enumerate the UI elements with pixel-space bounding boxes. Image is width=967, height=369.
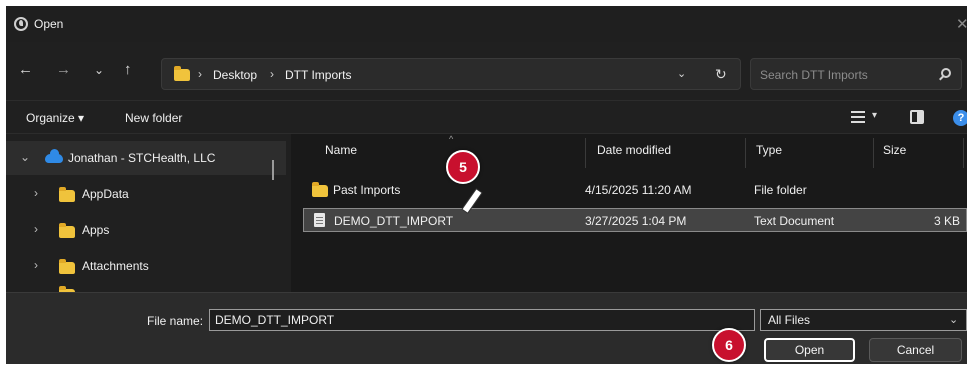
chevron-down-icon[interactable]: ⌄ xyxy=(20,150,30,164)
command-toolbar: Organize ▾ New folder ▾ ? xyxy=(6,100,967,134)
address-dropdown-icon[interactable]: ⌄ xyxy=(677,67,686,80)
column-divider[interactable] xyxy=(873,138,874,168)
onedrive-cloud-icon xyxy=(45,149,63,163)
file-list: ^ Name Date modified Type Size Past Impo… xyxy=(291,134,967,292)
file-list-header: ^ Name Date modified Type Size xyxy=(291,134,967,170)
open-button[interactable]: Open xyxy=(764,338,855,362)
view-list-icon[interactable] xyxy=(851,111,865,123)
folder-icon xyxy=(59,187,75,202)
address-bar[interactable]: › Desktop › DTT Imports ⌄ ↻ xyxy=(161,58,741,90)
file-name: DEMO_DTT_IMPORT xyxy=(334,214,454,228)
column-header-date-modified[interactable]: Date modified xyxy=(597,143,671,157)
table-row-selected[interactable]: DEMO_DTT_IMPORT 3/27/2025 1:04 PM Text D… xyxy=(303,208,967,232)
file-date-modified: 4/15/2025 11:20 AM xyxy=(585,183,692,197)
nav-item-label: AppData xyxy=(82,187,129,201)
file-date-modified: 3/27/2025 1:04 PM xyxy=(585,214,687,228)
new-folder-button[interactable]: New folder xyxy=(125,111,182,125)
breadcrumb-dtt-imports[interactable]: DTT Imports xyxy=(285,68,351,82)
folder-icon xyxy=(59,223,75,238)
navigation-row: ← → ⌄ ↑ › Desktop › DTT Imports ⌄ ↻ Sear… xyxy=(6,42,967,100)
column-divider[interactable] xyxy=(745,138,746,168)
help-icon[interactable]: ? xyxy=(953,110,967,126)
table-row[interactable]: Past Imports 4/15/2025 11:20 AM File fol… xyxy=(303,178,967,202)
nav-pane-scrollbar[interactable] xyxy=(272,160,274,180)
navigation-pane: ⌄ Jonathan - STCHealth, LLC › AppData › … xyxy=(6,134,286,292)
title-bar: Open ✕ xyxy=(6,6,967,42)
chevron-right-icon[interactable]: › xyxy=(34,186,38,200)
view-options-dropdown-icon[interactable]: ▾ xyxy=(872,110,877,121)
column-divider[interactable] xyxy=(963,138,964,168)
close-button[interactable]: ✕ xyxy=(956,15,967,33)
search-box[interactable]: Search DTT Imports xyxy=(750,58,962,90)
nav-item-partial[interactable] xyxy=(6,285,286,292)
column-header-name[interactable]: Name xyxy=(325,143,357,157)
search-input[interactable]: Search DTT Imports xyxy=(760,68,868,82)
nav-item-onedrive[interactable]: ⌄ Jonathan - STCHealth, LLC xyxy=(6,141,286,175)
recent-locations-button[interactable]: ⌄ xyxy=(94,62,104,78)
file-name-label: File name: xyxy=(147,314,204,328)
folder-icon xyxy=(174,66,190,81)
up-button[interactable]: ↑ xyxy=(124,62,132,78)
folder-icon xyxy=(59,259,75,274)
refresh-icon[interactable]: ↻ xyxy=(715,66,727,83)
nav-item-label: Jonathan - STCHealth, LLC xyxy=(68,151,216,165)
organize-menu-button[interactable]: Organize ▾ xyxy=(26,111,84,125)
back-button[interactable]: ← xyxy=(18,62,33,78)
forward-button[interactable]: → xyxy=(56,62,71,78)
chevron-right-icon[interactable]: › xyxy=(34,222,38,236)
nav-item-label: Attachments xyxy=(82,259,149,273)
column-header-size[interactable]: Size xyxy=(883,143,906,157)
breadcrumb-separator: › xyxy=(270,67,274,81)
file-type: Text Document xyxy=(754,214,835,228)
file-size: 3 KB xyxy=(933,214,960,228)
nav-item-apps[interactable]: › Apps xyxy=(6,213,286,247)
file-type-value: All Files xyxy=(768,313,811,327)
cancel-button[interactable]: Cancel xyxy=(869,338,962,362)
nav-item-label: Apps xyxy=(82,223,110,237)
file-type-select[interactable]: All Files ⌄ xyxy=(760,309,967,331)
search-icon[interactable] xyxy=(941,68,951,78)
chevron-right-icon[interactable]: › xyxy=(34,258,38,272)
breadcrumb-desktop[interactable]: Desktop xyxy=(213,68,257,82)
sort-ascending-icon: ^ xyxy=(449,134,454,144)
breadcrumb-separator: › xyxy=(198,67,202,81)
file-name-field[interactable]: DEMO_DTT_IMPORT ⌄ xyxy=(209,309,948,331)
open-file-dialog: Open ✕ ← → ⌄ ↑ › Desktop › DTT Imports ⌄… xyxy=(6,6,967,364)
column-header-type[interactable]: Type xyxy=(756,143,782,157)
step-5-callout-badge: 5 xyxy=(446,150,480,184)
screenshot-frame: Open ✕ ← → ⌄ ↑ › Desktop › DTT Imports ⌄… xyxy=(0,0,967,369)
folder-icon xyxy=(312,182,328,197)
nav-item-attachments[interactable]: › Attachments xyxy=(6,249,286,283)
file-name: Past Imports xyxy=(333,183,401,197)
column-divider[interactable] xyxy=(585,138,586,168)
preview-pane-icon[interactable] xyxy=(910,110,924,124)
text-document-icon xyxy=(314,213,325,227)
chevron-down-icon[interactable]: ⌄ xyxy=(949,313,958,326)
file-type: File folder xyxy=(754,183,807,197)
file-name-panel: File name: DEMO_DTT_IMPORT ⌄ All Files ⌄… xyxy=(6,292,967,364)
file-name-value[interactable]: DEMO_DTT_IMPORT xyxy=(215,313,334,327)
step-6-callout-badge: 6 xyxy=(712,328,746,362)
chrome-app-icon xyxy=(14,17,28,31)
nav-item-appdata[interactable]: › AppData xyxy=(6,177,286,211)
dialog-title: Open xyxy=(34,17,64,31)
